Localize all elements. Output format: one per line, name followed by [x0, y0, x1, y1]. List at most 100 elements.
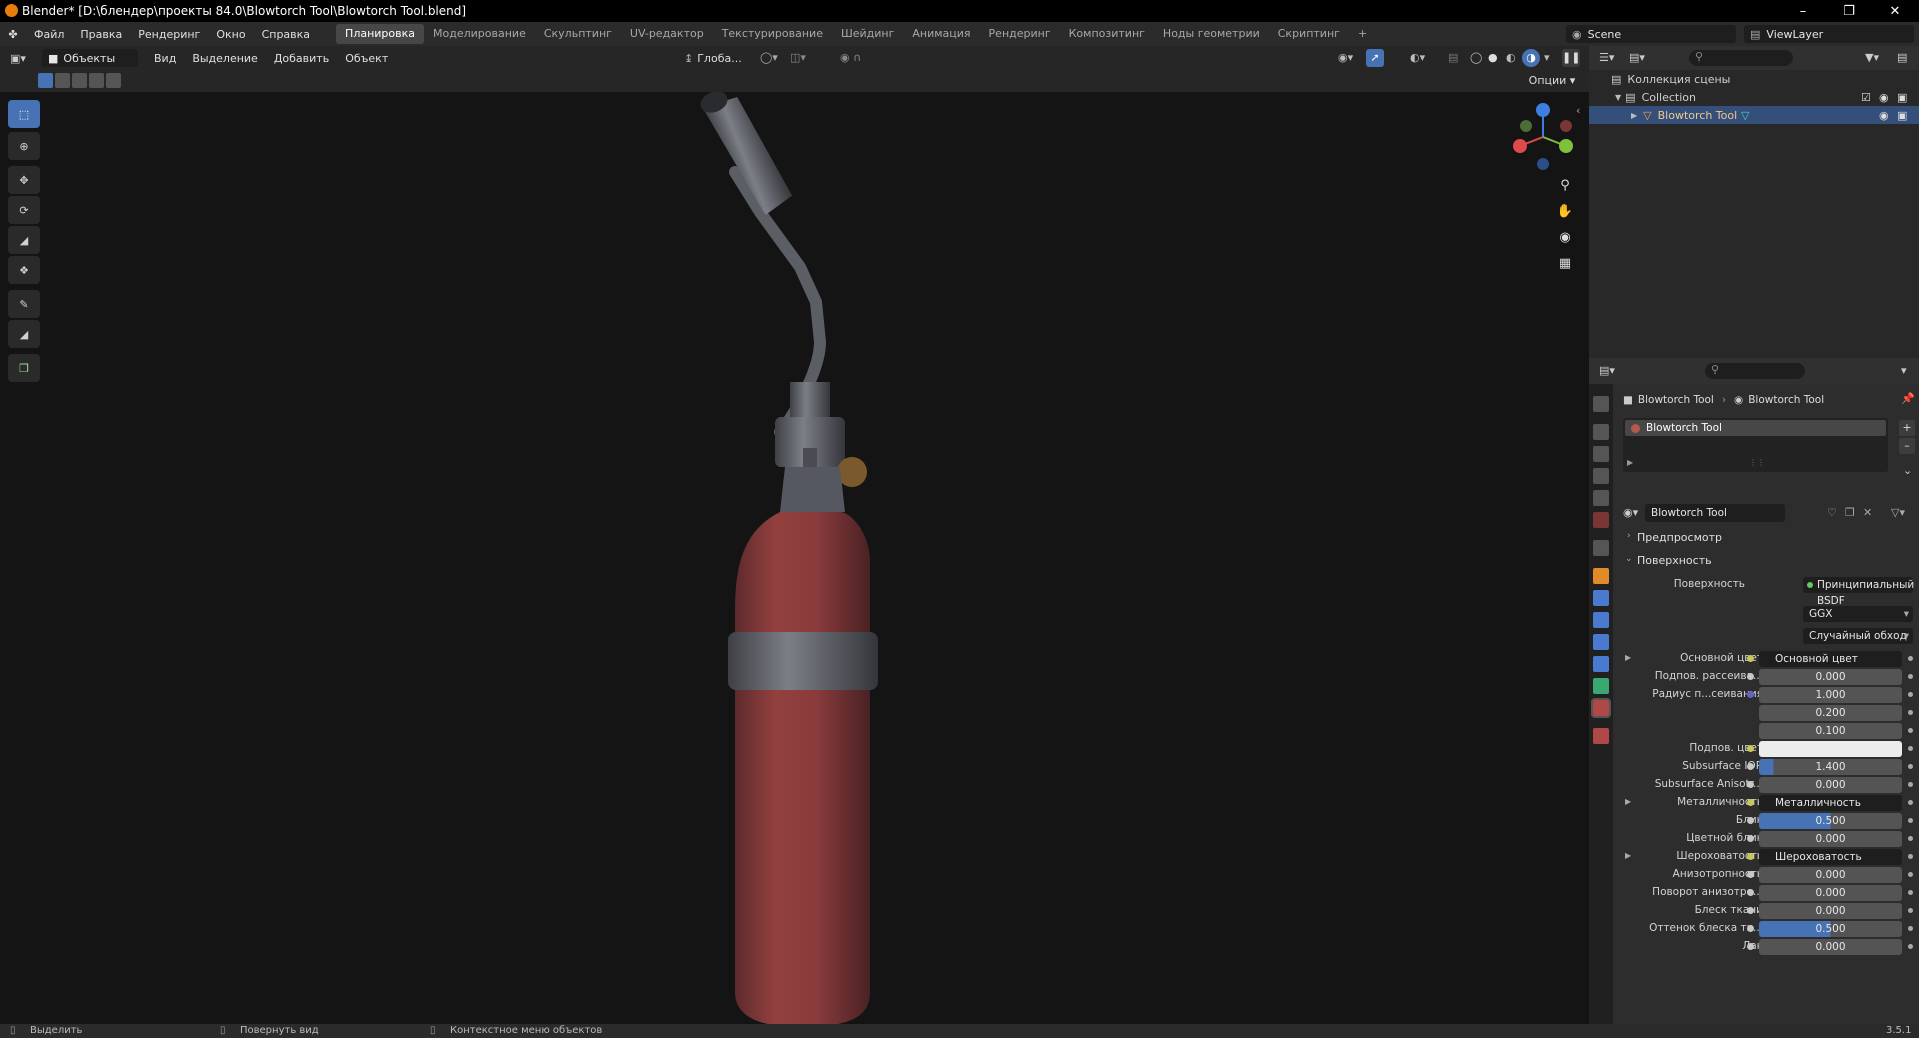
tool-transform[interactable]: ❖	[8, 256, 40, 284]
color-field[interactable]	[1759, 741, 1902, 757]
tab-world-icon[interactable]	[1593, 512, 1609, 528]
socket-dot-icon[interactable]	[1747, 871, 1754, 878]
menu-render[interactable]: Рендеринг	[130, 28, 208, 41]
viewlayer-selector[interactable]: ▤ ViewLayer	[1744, 25, 1914, 43]
menu-window[interactable]: Окно	[208, 28, 253, 41]
socket-dot-icon[interactable]	[1747, 763, 1754, 770]
tool-add-cube[interactable]: ❒	[8, 354, 40, 382]
socket-dot-icon[interactable]	[1747, 781, 1754, 788]
blender-menu-icon[interactable]: ✤	[0, 28, 26, 41]
section-surface[interactable]: ⌄ Поверхность	[1613, 550, 1919, 570]
value-field[interactable]: 0.500	[1759, 813, 1902, 829]
tool-measure[interactable]: ◢	[8, 320, 40, 348]
viewport-menu-object[interactable]: Объект	[337, 52, 396, 65]
rendered-shading-icon[interactable]: ◑	[1522, 49, 1540, 67]
pivot-point-icon[interactable]: ◯▾	[760, 51, 778, 64]
outliner-row-object[interactable]: ▶ ▽ Blowtorch Tool ▽ ◉ ▣	[1589, 106, 1919, 124]
value-field[interactable]: 0.000	[1759, 885, 1902, 901]
value-field[interactable]: 0.200	[1759, 705, 1902, 721]
workspace-tab-uv-editing[interactable]: UV-редактор	[621, 24, 713, 44]
outliner-search-input[interactable]: ⚲	[1689, 50, 1793, 66]
maximize-button[interactable]: ❐	[1826, 0, 1872, 22]
shading-options-icon[interactable]: ▾	[1544, 51, 1550, 64]
socket-dot-icon[interactable]	[1747, 853, 1754, 860]
add-workspace-button[interactable]: +	[1349, 24, 1376, 44]
keyframe-dot-icon[interactable]	[1908, 908, 1913, 913]
new-collection-icon[interactable]: ▤	[1897, 51, 1907, 64]
gizmo-toggle-icon[interactable]: ➚	[1366, 49, 1384, 67]
select-extend-icon[interactable]	[55, 73, 70, 88]
perspective-toggle-icon[interactable]: ▦	[1554, 252, 1576, 274]
outliner-display-mode-icon[interactable]: ▤▾	[1629, 51, 1645, 64]
tab-scene-icon[interactable]	[1593, 490, 1609, 506]
tool-rotate[interactable]: ⟳	[8, 196, 40, 224]
select-subtract-icon[interactable]	[72, 73, 87, 88]
keyframe-dot-icon[interactable]	[1908, 764, 1913, 769]
workspace-tab-compositing[interactable]: Композитинг	[1060, 24, 1154, 44]
material-shading-icon[interactable]: ◐	[1506, 51, 1516, 64]
tab-output-icon[interactable]	[1593, 446, 1609, 462]
outliner-row-collection[interactable]: ▼ ▤ Collection ☑ ◉ ▣	[1589, 88, 1919, 106]
keyframe-dot-icon[interactable]	[1908, 674, 1913, 679]
linked-input-field[interactable]: Основной цвет	[1759, 651, 1902, 667]
slot-specials-icon[interactable]: ⌄	[1903, 464, 1912, 477]
transform-orientation-selector[interactable]: ↨ Глоба...	[684, 49, 754, 67]
value-field[interactable]: 0.000	[1759, 831, 1902, 847]
collection-expand-icon[interactable]: ▼	[1615, 93, 1621, 102]
object-render-icon[interactable]: ▣	[1897, 109, 1907, 122]
menu-edit[interactable]: Правка	[72, 28, 130, 41]
value-field[interactable]: 0.000	[1759, 669, 1902, 685]
outliner-row-scene-collection[interactable]: ▤ Коллекция сцены	[1589, 70, 1919, 88]
keyframe-dot-icon[interactable]	[1908, 692, 1913, 697]
keyframe-dot-icon[interactable]	[1908, 890, 1913, 895]
selection-mode-group[interactable]	[38, 73, 124, 89]
object-expand-icon[interactable]: ▶	[1631, 111, 1637, 120]
viewport-menu-add[interactable]: Добавить	[266, 52, 337, 65]
socket-dot-icon[interactable]	[1747, 925, 1754, 932]
linked-input-field[interactable]: Шероховатость	[1759, 849, 1902, 865]
workspace-tab-shading[interactable]: Шейдинг	[832, 24, 903, 44]
socket-dot-icon[interactable]	[1747, 943, 1754, 950]
socket-dot-icon[interactable]	[1747, 745, 1754, 752]
expand-input-icon[interactable]: ▶	[1625, 851, 1631, 860]
socket-dot-icon[interactable]	[1747, 691, 1754, 698]
expand-input-icon[interactable]: ▶	[1625, 653, 1631, 662]
keyframe-dot-icon[interactable]	[1908, 836, 1913, 841]
keyframe-dot-icon[interactable]	[1908, 926, 1913, 931]
slot-list-resize-handle[interactable]: ⋮⋮	[1749, 458, 1765, 467]
workspace-tab-scripting[interactable]: Скриптинг	[1269, 24, 1349, 44]
outliner-filter-icon[interactable]: ▼▾	[1865, 51, 1879, 64]
sidebar-toggle-icon[interactable]: ‹	[1576, 104, 1580, 117]
keyframe-dot-icon[interactable]	[1908, 800, 1913, 805]
visibility-icon[interactable]: ◉▾	[1338, 51, 1353, 64]
value-field[interactable]: 1.000	[1759, 687, 1902, 703]
keyframe-dot-icon[interactable]	[1908, 854, 1913, 859]
minimize-button[interactable]: –	[1780, 0, 1826, 22]
viewport-menu-select[interactable]: Выделение	[184, 52, 266, 65]
remove-slot-button[interactable]: –	[1899, 438, 1915, 454]
xray-toggle-icon[interactable]: ▤	[1448, 51, 1458, 64]
tab-view-layer-icon[interactable]	[1593, 468, 1609, 484]
snap-icon[interactable]: ◫▾	[790, 51, 806, 64]
outliner-editor-type-icon[interactable]: ☰▾	[1599, 51, 1614, 64]
tab-constraints-icon[interactable]	[1593, 656, 1609, 672]
workspace-tab-layout[interactable]: Планировка	[336, 24, 425, 44]
value-field[interactable]: 0.000	[1759, 939, 1902, 955]
link-type-icon[interactable]: ▽▾	[1891, 506, 1905, 519]
tool-select-box[interactable]: ⬚	[8, 100, 40, 128]
options-dropdown[interactable]: Опции ▾	[1522, 72, 1582, 90]
unlink-material-icon[interactable]: ✕	[1863, 506, 1872, 519]
pin-icon[interactable]: 📌	[1901, 392, 1915, 405]
socket-dot-icon[interactable]	[1747, 835, 1754, 842]
tab-object-icon[interactable]	[1593, 568, 1609, 584]
slot-list-expand-icon[interactable]: ▶	[1627, 458, 1633, 467]
socket-dot-icon[interactable]	[1747, 817, 1754, 824]
select-new-icon[interactable]	[38, 73, 53, 88]
fake-user-icon[interactable]: ♡	[1827, 506, 1837, 519]
overlay-toggle-icon[interactable]: ◐▾	[1410, 51, 1425, 64]
workspace-tab-modeling[interactable]: Моделирование	[424, 24, 535, 44]
socket-dot-icon[interactable]	[1747, 673, 1754, 680]
socket-dot-icon[interactable]	[1747, 655, 1754, 662]
keyframe-dot-icon[interactable]	[1908, 746, 1913, 751]
properties-search-input[interactable]: ⚲	[1705, 363, 1805, 379]
